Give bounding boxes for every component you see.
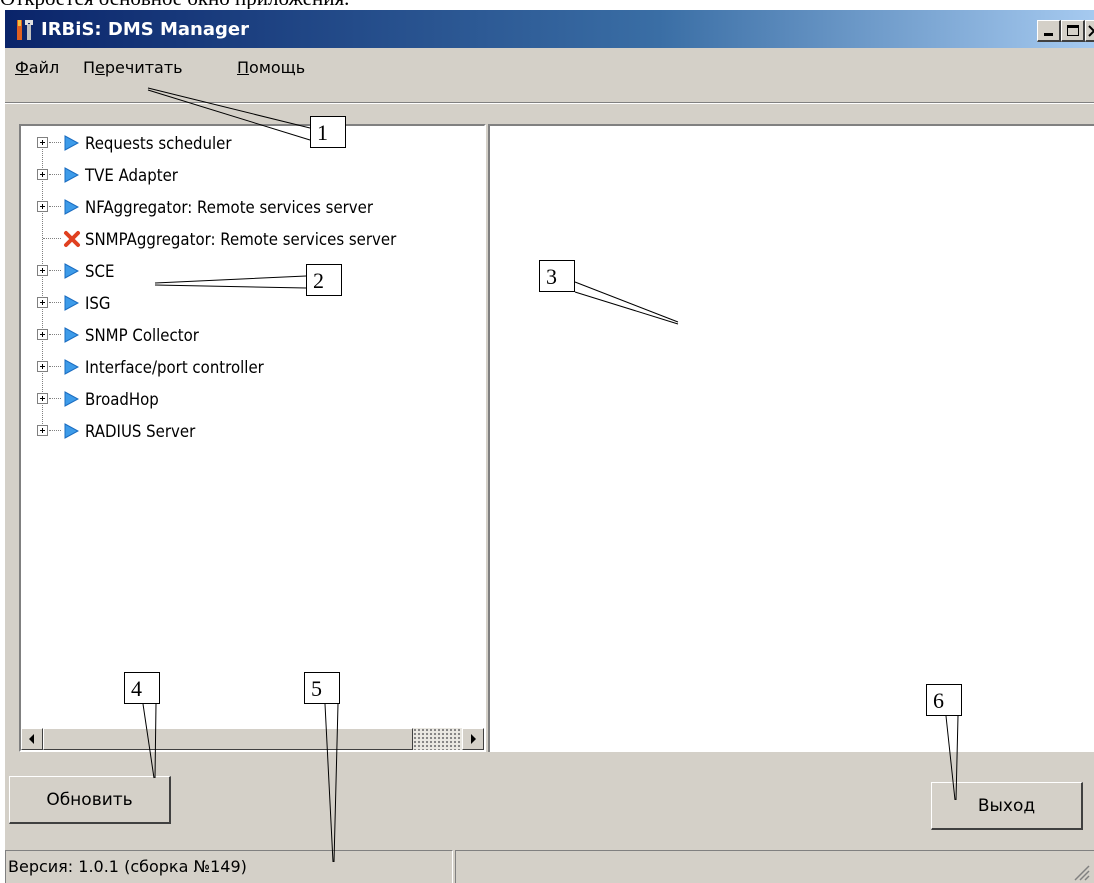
tree-item-label: NFAggregator: Remote services server [85,198,374,218]
error-icon [64,231,80,247]
arrow-right-icon [471,734,476,744]
play-icon [64,167,79,183]
tree-item[interactable]: Requests scheduler [21,130,484,156]
callout-4: 4 [124,672,160,704]
tree-item-label: Interface/port controller [85,358,264,378]
play-icon [64,135,79,151]
tree-item-label: BroadHop [85,390,159,410]
expand-plus-icon[interactable] [37,329,48,340]
expand-plus-icon[interactable] [37,265,48,276]
menu-reread[interactable]: Перечитать [83,58,183,77]
close-button[interactable] [1085,20,1094,42]
tree-item[interactable]: SNMPAggregator: Remote services server [21,226,484,252]
tree-item[interactable]: SCE [21,258,484,284]
maximize-button[interactable] [1061,20,1085,42]
play-icon [64,327,79,343]
scroll-thumb[interactable] [43,728,413,750]
status-bar: Версия: 1.0.1 (сборка №149) [5,848,1094,883]
tree-item-label: SNMP Collector [85,326,199,346]
tree-item-label: SNMPAggregator: Remote services server [85,230,397,250]
tree-connector [43,238,61,239]
menu-bar: Файл Перечитать Помощь [5,48,1094,86]
tools-icon [17,20,33,40]
tree-item[interactable]: Interface/port controller [21,354,484,380]
maximize-icon [1067,25,1079,36]
menu-help[interactable]: Помощь [237,58,305,77]
menu-file[interactable]: Файл [15,58,59,77]
expand-plus-icon[interactable] [37,137,48,148]
tree-item-label: Requests scheduler [85,134,232,154]
minimize-button[interactable] [1037,20,1061,42]
horizontal-scrollbar[interactable] [21,728,484,750]
tree-item[interactable]: ISG [21,290,484,316]
tree-item[interactable]: TVE Adapter [21,162,484,188]
play-icon [64,423,79,439]
scroll-track[interactable] [413,728,461,750]
arrow-left-icon [29,734,34,744]
callout-1: 1 [310,116,346,148]
tree-item[interactable]: SNMP Collector [21,322,484,348]
tree-connector [49,366,61,367]
tree-connector [49,398,61,399]
tree-item-label: SCE [85,262,115,282]
scroll-left-button[interactable] [21,728,43,750]
detail-panel[interactable] [488,124,1094,752]
tree-connector [49,142,61,143]
callout-6: 6 [926,684,962,716]
resize-grip-icon[interactable] [1072,863,1090,881]
tree-item-label: ISG [85,294,111,314]
expand-plus-icon[interactable] [37,297,48,308]
expand-plus-icon[interactable] [37,201,48,212]
refresh-button[interactable]: Обновить [9,776,171,824]
scroll-right-button[interactable] [462,728,484,750]
expand-plus-icon[interactable] [37,361,48,372]
play-icon [64,295,79,311]
tree-connector [49,206,61,207]
service-tree[interactable]: Requests scheduler TVE Adapter NFAggregato… [19,124,486,752]
expand-plus-icon[interactable] [37,425,48,436]
menu-divider [5,102,1094,104]
tree-item[interactable]: RADIUS Server [21,418,484,444]
close-icon [1088,25,1094,37]
tree-item-label: TVE Adapter [85,166,178,186]
callout-2: 2 [306,264,342,296]
tree-item-label: RADIUS Server [85,422,196,442]
expand-plus-icon[interactable] [37,393,48,404]
tree-connector [49,270,61,271]
title-bar[interactable]: IRBiS: DMS Manager [5,10,1094,48]
callout-5: 5 [304,672,340,704]
tree-item[interactable]: NFAggregator: Remote services server [21,194,484,220]
play-icon [64,391,79,407]
play-icon [64,199,79,215]
tree-connector [49,334,61,335]
app-window: IRBiS: DMS Manager Файл Перечитать Помощ… [4,9,1094,883]
tree-connector [49,302,61,303]
tree-item[interactable]: BroadHop [21,386,484,412]
version-status: Версия: 1.0.1 (сборка №149) [5,850,453,883]
play-icon [64,263,79,279]
minimize-icon [1044,33,1053,36]
play-icon [64,359,79,375]
exit-button[interactable]: Выход [931,782,1083,830]
tree-connector [49,430,61,431]
expand-plus-icon[interactable] [37,169,48,180]
window-title: IRBiS: DMS Manager [41,19,249,40]
callout-3: 3 [539,260,575,292]
status-panel [455,850,1094,883]
tree-connector [49,174,61,175]
